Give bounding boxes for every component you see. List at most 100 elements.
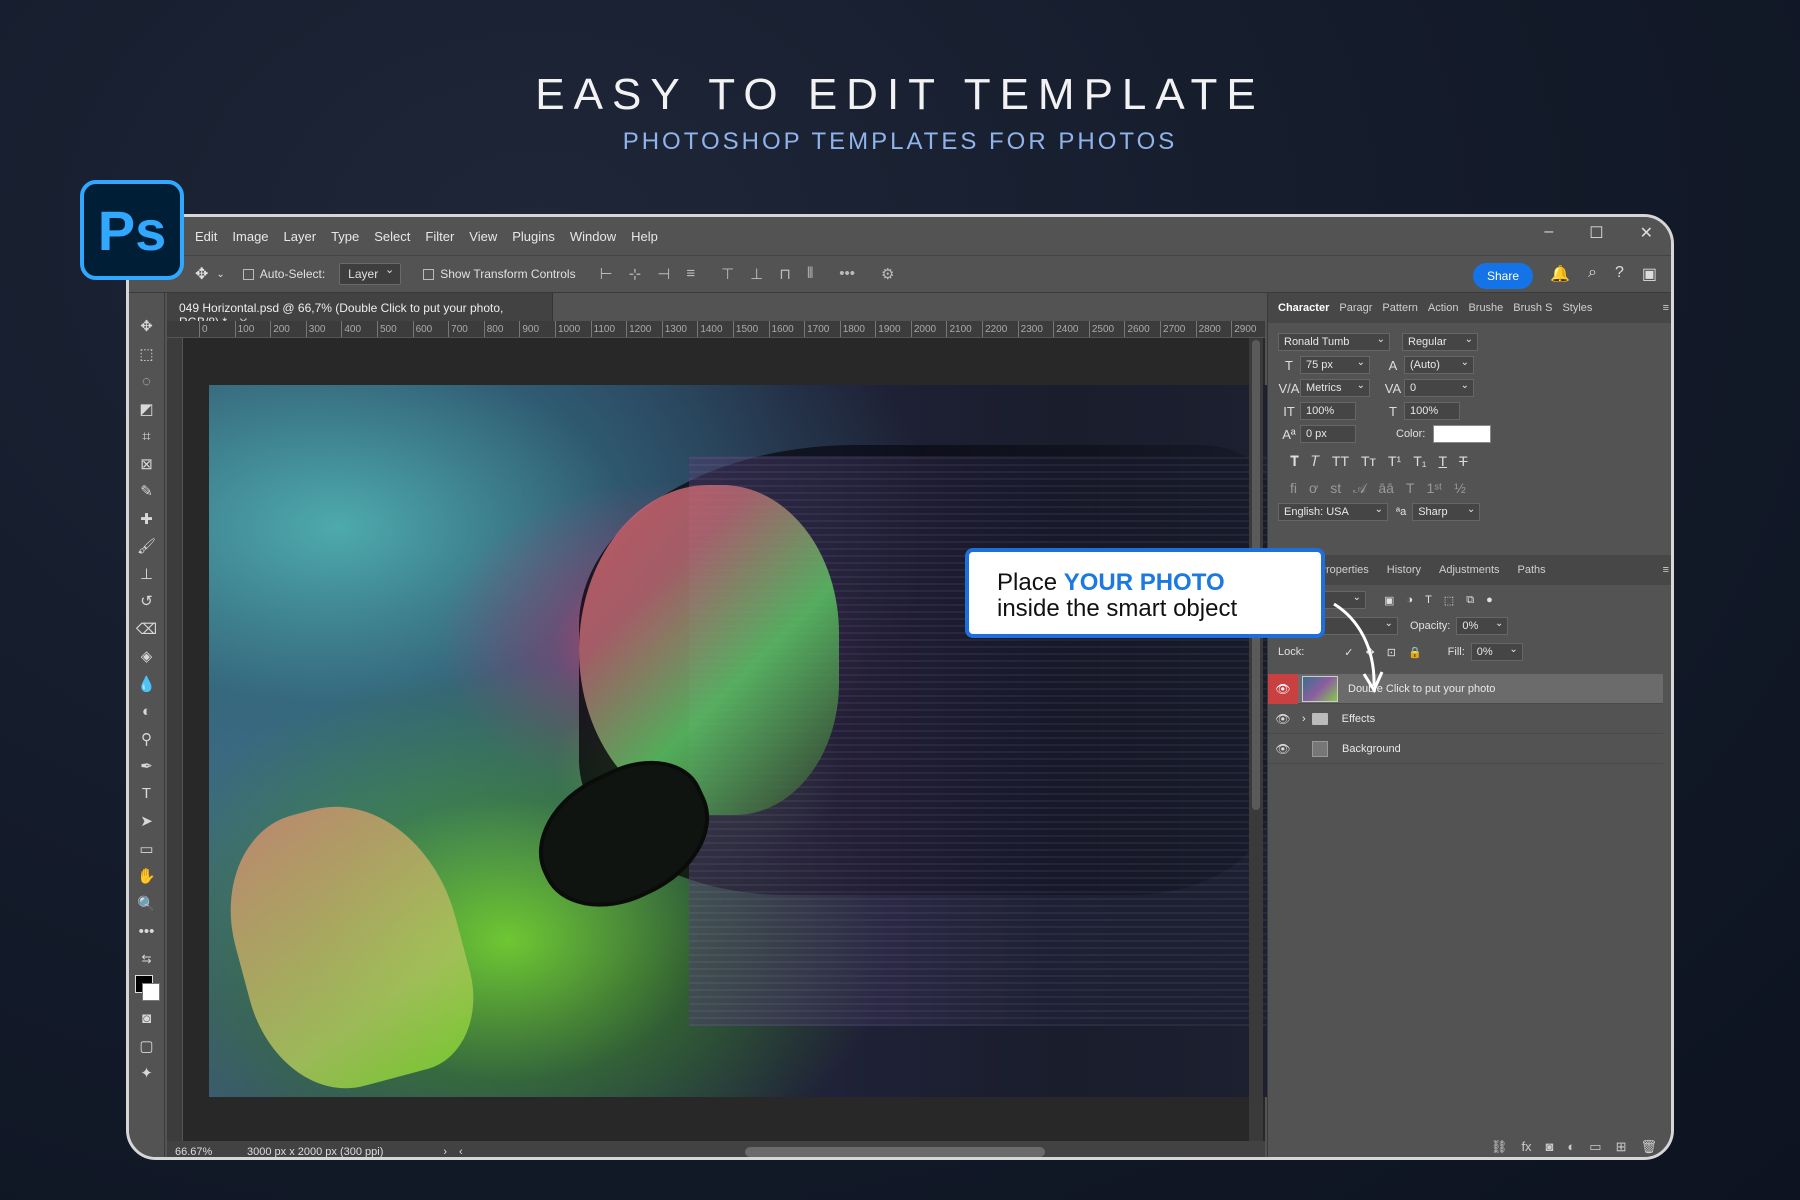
generative-icon[interactable]: ✦ [134,1060,160,1086]
minimize-icon[interactable]: – [1544,223,1553,243]
trash-icon[interactable]: 🗑 [1640,1139,1657,1155]
menu-filter[interactable]: Filter [425,229,454,244]
font-style-dropdown[interactable]: Regular [1402,332,1478,351]
filter-adjustment-icon[interactable]: ◑ [1406,594,1413,606]
faux-italic-icon[interactable]: 𝑇 [1311,453,1320,470]
opacity-field[interactable]: 0% [1456,616,1509,635]
superscript-icon[interactable]: T¹ [1388,453,1401,470]
swash-icon[interactable]: 𝒜 [1353,480,1366,497]
layer-row[interactable]: 👁 Background [1268,734,1663,764]
new-layer-icon[interactable]: ⊞ [1616,1139,1627,1155]
canvas-photo[interactable] [209,385,1275,1097]
fill-field[interactable]: 0% [1470,642,1523,661]
layer-row[interactable]: 👁 Double Click to put your photo [1268,673,1663,704]
visibility-eye-icon[interactable]: 👁 [1268,734,1298,764]
align-bottom-icon[interactable]: ⊓ [779,265,791,283]
old-style-icon[interactable]: ơ [1309,480,1318,497]
horizontal-scroll-thumb[interactable] [745,1147,1045,1157]
ligatures-icon[interactable]: ﬁ [1290,480,1297,497]
move-tool-icon[interactable]: ✥ [195,264,208,284]
bell-icon[interactable]: 🔔 [1550,264,1570,284]
link-icon[interactable]: ⛓ [1491,1139,1508,1155]
menu-edit[interactable]: Edit [195,229,217,244]
history-brush-tool-icon[interactable]: ↺ [134,588,160,614]
language-dropdown[interactable]: English: USA [1278,502,1388,521]
new-group-icon[interactable]: ▭ [1589,1139,1601,1155]
menu-view[interactable]: View [469,229,497,244]
help-icon[interactable]: ? [1615,264,1624,284]
move-tool-icon[interactable]: ✥ [134,313,160,339]
tab-history[interactable]: History [1387,564,1421,576]
swap-colors-icon[interactable]: ⇆ [134,946,160,972]
paint-bucket-tool-icon[interactable]: ◈ [134,643,160,669]
object-select-tool-icon[interactable]: ◩ [134,396,160,422]
leading-field[interactable]: (Auto) [1404,355,1474,374]
distribute-vertical-icon[interactable]: ⫴ [807,265,813,283]
share-button[interactable]: Share [1472,263,1533,289]
menu-image[interactable]: Image [232,229,268,244]
tool-preset-chevron-icon[interactable]: ⌄ [216,269,224,280]
stylistic-alternates-icon[interactable]: āā [1378,480,1394,497]
tab-styles[interactable]: Styles [1562,302,1592,314]
background-thumbnail[interactable] [1312,740,1328,757]
all-caps-icon[interactable]: TT [1332,453,1349,470]
font-size-field[interactable]: 75 px [1300,355,1370,374]
tab-properties[interactable]: Properties [1319,564,1369,576]
menu-select[interactable]: Select [374,229,410,244]
eyedropper-tool-icon[interactable]: ✎ [134,478,160,504]
brush-tool-icon[interactable]: 🖌 [134,533,160,559]
hand-tool-icon[interactable]: ✋ [134,863,160,889]
zoom-search-tool-icon[interactable]: ⚲ [134,726,160,752]
visibility-eye-icon[interactable]: 👁 [1268,673,1298,704]
menu-help[interactable]: Help [631,229,658,244]
menu-plugins[interactable]: Plugins [512,229,555,244]
ordinals-icon[interactable]: 1ˢᵗ [1426,480,1442,497]
show-transform-checkbox[interactable] [423,268,435,280]
auto-select-checkbox[interactable] [242,268,254,280]
kerning-field[interactable]: Metrics [1300,378,1370,397]
layers-panel-menu-icon[interactable]: ≡ [1663,564,1669,576]
align-center-icon[interactable]: ⊹ [629,265,642,283]
marquee-tool-icon[interactable]: ⬚ [134,341,160,367]
zoom-tool-icon[interactable]: 🔍 [134,891,160,917]
screen-mode-icon[interactable]: ▢ [134,1033,160,1059]
crop-tool-icon[interactable]: ⌗ [134,423,160,449]
rectangle-tool-icon[interactable]: ▭ [134,836,160,862]
path-select-tool-icon[interactable]: ➤ [134,808,160,834]
menu-type[interactable]: Type [331,229,359,244]
lock-all-icon[interactable]: 🔒 [1408,646,1422,659]
lasso-tool-icon[interactable]: ◌ [134,368,160,394]
clone-stamp-tool-icon[interactable]: ⊥ [134,561,160,587]
document-tab[interactable]: 049 Horizontal.psd @ 66,7% (Double Click… [167,293,553,329]
vertical-scrollbar[interactable] [1249,338,1263,1141]
eraser-tool-icon[interactable]: ⌫ [134,616,160,642]
tracking-field[interactable]: 0 [1404,378,1474,397]
filter-type-icon[interactable]: T [1425,594,1432,606]
text-color-swatch[interactable] [1433,425,1492,443]
dodge-tool-icon[interactable]: ◐ [134,698,160,724]
workspace-icon[interactable]: ▣ [1642,264,1657,284]
color-swatches[interactable] [134,975,160,1005]
blur-tool-icon[interactable]: 💧 [134,671,160,697]
frame-tool-icon[interactable]: ⊠ [134,451,160,477]
healing-brush-tool-icon[interactable]: ✚ [134,506,160,532]
visibility-eye-icon[interactable]: 👁 [1268,704,1298,734]
adjustment-layer-icon[interactable]: ◐ [1567,1139,1575,1155]
menu-window[interactable]: Window [570,229,616,244]
auto-select-dropdown[interactable]: Layer [339,263,402,285]
panel-menu-icon[interactable]: ≡ [1663,302,1669,314]
filter-shape-icon[interactable]: ⬚ [1444,594,1454,607]
pen-tool-icon[interactable]: ✒ [134,753,160,779]
menu-layer[interactable]: Layer [284,229,317,244]
tab-patterns[interactable]: Pattern [1382,302,1417,314]
tab-adjustments[interactable]: Adjustments [1439,564,1500,576]
baseline-shift-field[interactable]: 0 px [1300,425,1356,443]
maximize-icon[interactable]: ☐ [1589,223,1603,243]
titling-icon[interactable]: T [1406,480,1415,497]
tab-brushes[interactable]: Brushe [1468,302,1503,314]
align-right-icon[interactable]: ⊣ [657,265,670,283]
more-options-icon[interactable]: ••• [839,265,855,283]
tab-brush-settings[interactable]: Brush S [1513,302,1552,314]
tab-paths[interactable]: Paths [1518,564,1546,576]
quick-mask-icon[interactable]: ◙ [134,1005,160,1031]
